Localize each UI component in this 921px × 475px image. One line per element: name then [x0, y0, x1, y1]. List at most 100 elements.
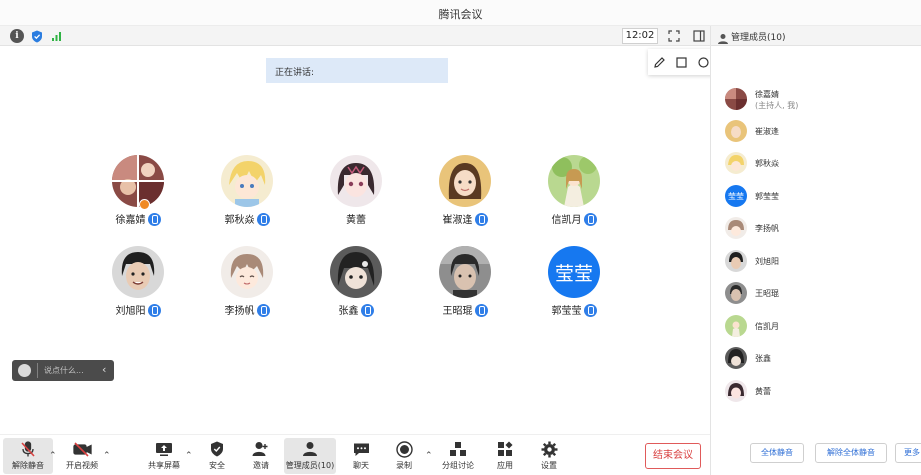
participant-avatar — [439, 246, 491, 298]
member-name: 徐嘉婧 — [755, 90, 779, 99]
member-avatar — [725, 250, 747, 272]
unmute-button[interactable]: 解除静音 — [3, 438, 53, 474]
end-meeting-button[interactable]: 结束会议 — [645, 443, 701, 469]
mic-icon[interactable] — [360, 304, 374, 317]
layout-icon[interactable] — [692, 29, 706, 43]
unmute-all-button[interactable]: 解除全体静音 — [815, 443, 887, 463]
member-row[interactable]: 崔淑逢 — [725, 120, 915, 144]
add-user-icon — [251, 440, 271, 458]
participant-avatar — [112, 246, 164, 298]
participant-tile[interactable]: 郭秋焱 — [202, 155, 292, 239]
start-video-label: 开启视频 — [66, 461, 98, 470]
settings-button[interactable]: 设置 — [524, 438, 574, 474]
member-avatar — [725, 152, 747, 174]
status-bar: i 12:02 — [0, 26, 710, 46]
emoji-icon[interactable] — [18, 364, 31, 377]
participant-tile[interactable]: 张鑫 — [311, 246, 401, 330]
pencil-icon[interactable] — [648, 51, 670, 73]
gear-icon — [539, 440, 559, 458]
record-label: 录制 — [396, 461, 412, 470]
member-panel: 徐嘉婧 (主持人, 我) 崔淑逢 郭秋焱 莹莹 郭莹莹 李扬帆 刘旭阳 王昭琨 … — [710, 46, 921, 475]
mic-icon[interactable] — [256, 304, 270, 317]
manage-members-button[interactable]: 管理成员(10) — [284, 438, 336, 474]
participant-tile[interactable]: 徐嘉婧 — [93, 155, 183, 239]
start-video-button[interactable]: 开启视频 — [57, 438, 107, 474]
member-avatar: 莹莹 — [725, 185, 747, 207]
mute-all-button[interactable]: 全体静音 — [750, 443, 804, 463]
mic-icon[interactable] — [583, 213, 597, 226]
member-row[interactable]: 王昭琨 — [725, 282, 915, 306]
invite-label: 邀请 — [253, 461, 269, 470]
member-row[interactable]: 黄蕾 — [725, 380, 915, 404]
mic-icon[interactable] — [583, 304, 597, 317]
member-avatar — [725, 217, 747, 239]
mic-icon[interactable] — [474, 213, 488, 226]
participant-avatar — [221, 155, 273, 207]
participant-name: 张鑫 — [338, 306, 359, 317]
mic-muted-icon — [18, 440, 38, 458]
member-name: 黄蕾 — [755, 387, 771, 396]
chat-icon — [351, 440, 371, 458]
participant-tile[interactable]: 黄蕾 — [311, 155, 401, 239]
mic-icon[interactable] — [147, 304, 161, 317]
chat-input[interactable]: 说点什么... ‹ — [12, 360, 114, 381]
record-button[interactable]: 录制 — [379, 438, 429, 474]
member-avatar — [725, 380, 747, 402]
share-screen-button[interactable]: 共享屏幕 — [139, 438, 189, 474]
chevron-up-icon[interactable]: ⌃ — [425, 451, 433, 461]
security-button[interactable]: 安全 — [192, 438, 242, 474]
member-panel-header: 管理成员(10) — [710, 26, 921, 46]
invite-button[interactable]: 邀请 — [236, 438, 286, 474]
member-avatar — [725, 315, 747, 337]
participant-avatar — [112, 155, 164, 207]
mic-icon[interactable] — [256, 213, 270, 226]
participant-name: 王昭琨 — [442, 306, 473, 317]
member-avatar — [725, 347, 747, 369]
participant-tile[interactable]: 王昭琨 — [420, 246, 510, 330]
mic-icon[interactable] — [474, 304, 488, 317]
member-row[interactable]: 信凯月 — [725, 315, 915, 339]
breakout-rooms-button[interactable]: 分组讨论 — [433, 438, 483, 474]
participant-tile[interactable]: 刘旭阳 — [93, 246, 183, 330]
member-row[interactable]: 刘旭阳 — [725, 250, 915, 274]
chevron-left-icon[interactable]: ‹ — [102, 363, 106, 376]
chat-divider — [37, 363, 38, 378]
apps-button[interactable]: 应用 — [480, 438, 530, 474]
participant-tile[interactable]: 李扬帆 — [202, 246, 292, 330]
member-name: 王昭琨 — [755, 289, 779, 298]
member-row[interactable]: 李扬帆 — [725, 217, 915, 241]
participant-avatar — [330, 246, 382, 298]
more-button[interactable]: 更多 — [895, 443, 921, 463]
participant-tile[interactable]: 崔淑逢 — [420, 155, 510, 239]
participant-tile[interactable]: 莹莹 郭莹莹 — [529, 246, 619, 330]
meeting-window: 腾讯会议 i 12:02 管理成员(10) 正在讲话: 徐嘉婧 郭秋焱 黄蕾 崔… — [0, 0, 921, 475]
participant-avatar — [221, 246, 273, 298]
fullscreen-icon[interactable] — [667, 29, 681, 43]
mic-icon[interactable] — [147, 213, 161, 226]
unmute-label: 解除静音 — [12, 461, 44, 470]
rectangle-icon[interactable] — [670, 51, 692, 73]
member-row[interactable]: 张鑫 — [725, 347, 915, 371]
member-avatar — [725, 282, 747, 304]
chat-placeholder: 说点什么... — [44, 366, 84, 375]
shield-icon[interactable] — [30, 29, 44, 43]
member-avatar — [725, 120, 747, 142]
video-off-icon — [72, 440, 92, 458]
meeting-timer: 12:02 — [622, 28, 658, 44]
participant-name: 郭秋焱 — [224, 215, 255, 226]
chevron-up-icon[interactable]: ⌃ — [49, 451, 57, 461]
chevron-up-icon[interactable]: ⌃ — [103, 451, 111, 461]
info-icon[interactable]: i — [10, 29, 24, 43]
host-badge — [139, 199, 150, 210]
breakout-rooms-label: 分组讨论 — [442, 461, 474, 470]
apps-icon — [495, 440, 515, 458]
member-row[interactable]: 郭秋焱 — [725, 152, 915, 176]
breakout-icon — [448, 440, 468, 458]
member-row[interactable]: 莹莹 郭莹莹 — [725, 185, 915, 209]
participant-tile[interactable]: 信凯月 — [529, 155, 619, 239]
participant-name: 崔淑逢 — [442, 215, 473, 226]
member-panel-title: 管理成员(10) — [731, 33, 786, 43]
member-row[interactable]: 徐嘉婧 (主持人, 我) — [725, 88, 915, 112]
bottom-toolbar: 解除静音 ⌃ 开启视频 ⌃ 共享屏幕 ⌃ 安全 邀请 管理成员(10) 聊天 录… — [0, 434, 710, 475]
signal-icon[interactable] — [50, 29, 64, 43]
